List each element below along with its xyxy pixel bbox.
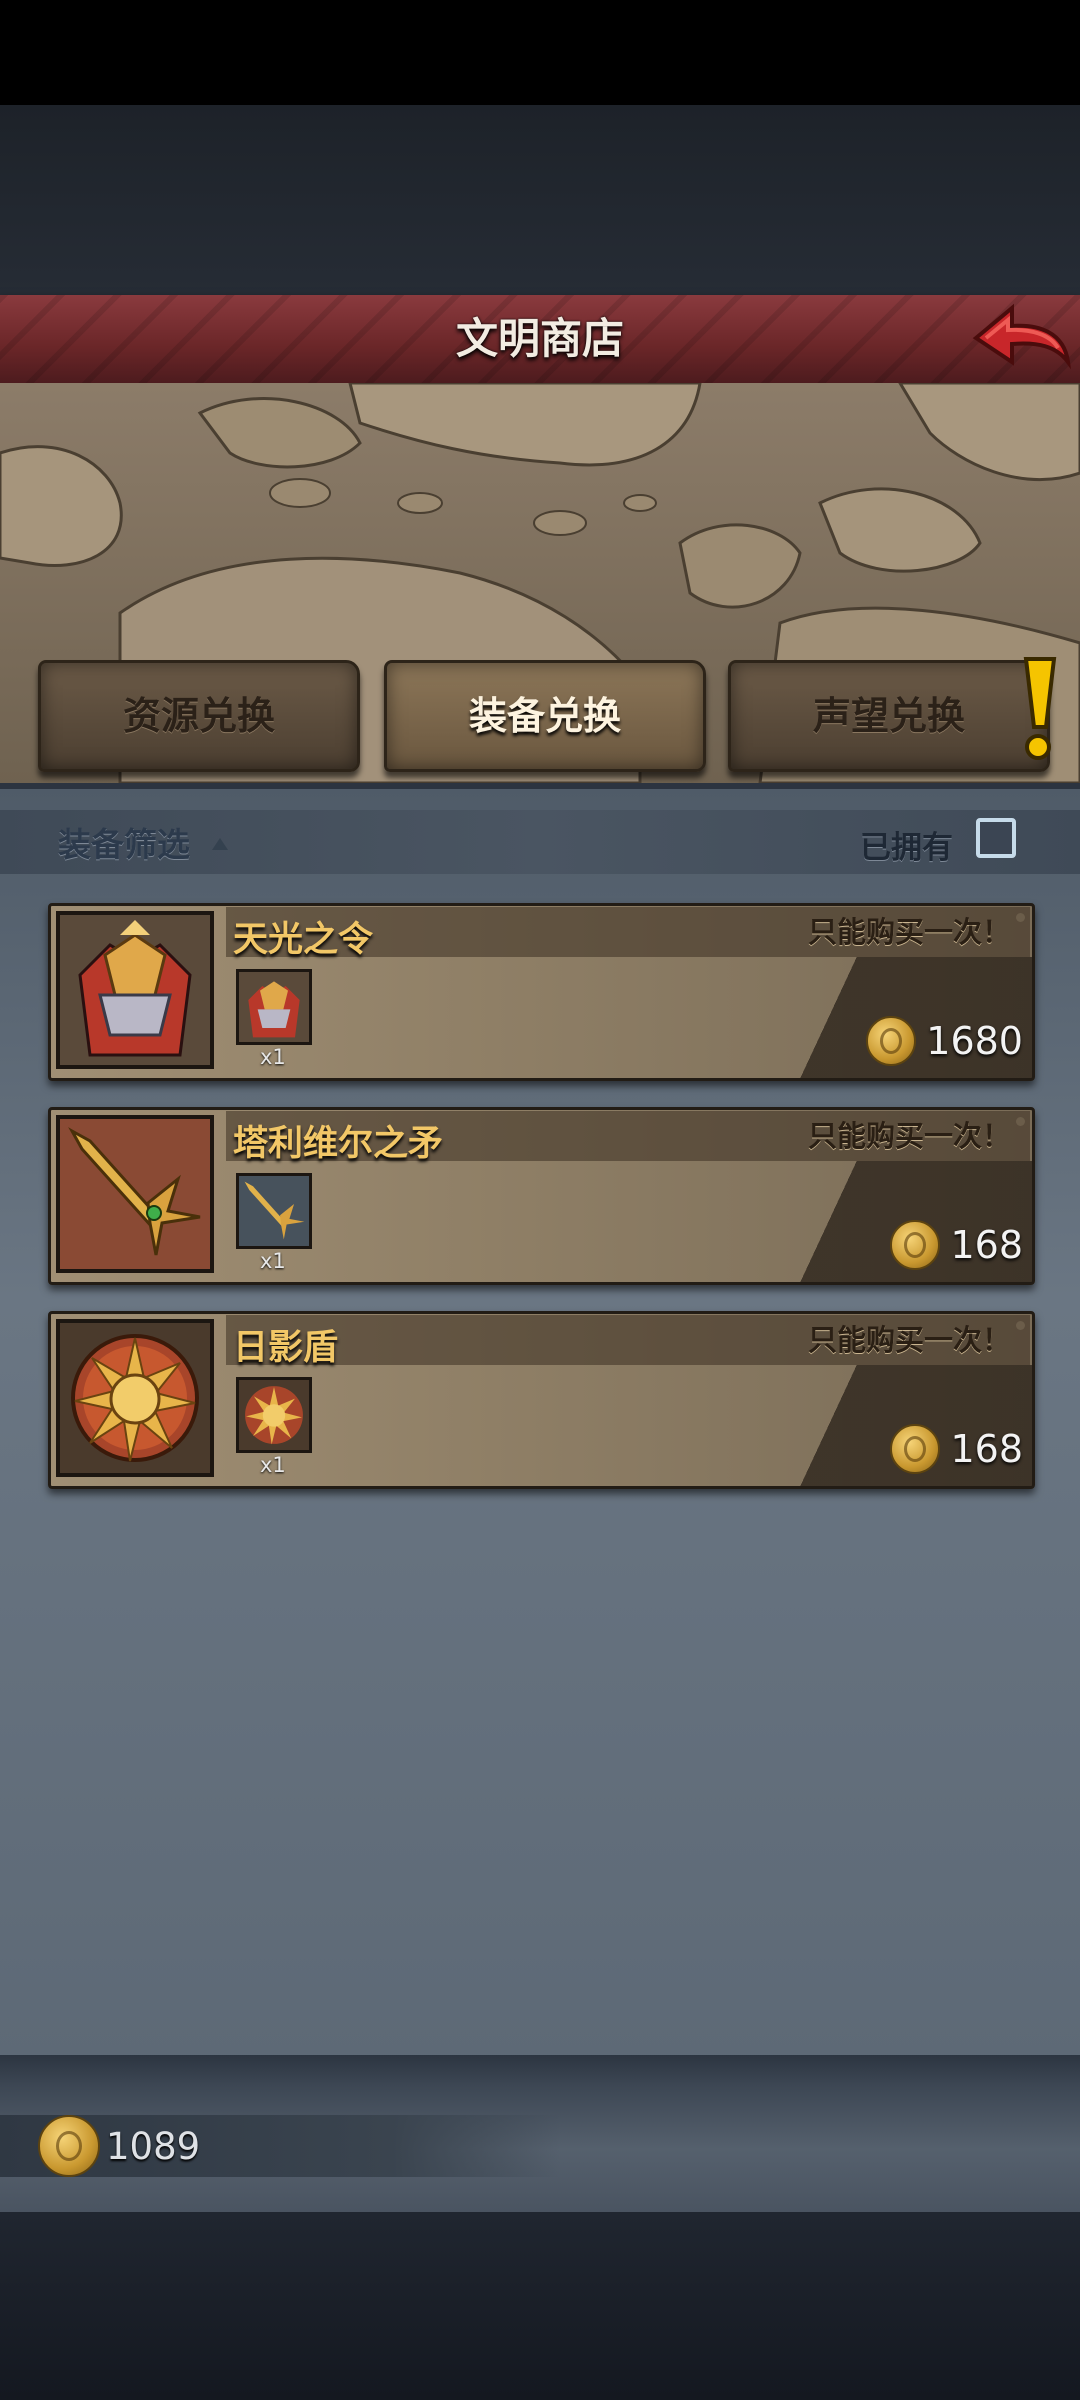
status-bar-area [0, 0, 1080, 105]
owned-filter-label: 已拥有 [860, 830, 953, 866]
back-arrow-icon[interactable] [968, 300, 1074, 380]
currency-balance: 1089 [38, 2115, 200, 2177]
tab-label: 资源兑换 [122, 694, 275, 738]
item-name: 日影盾 [233, 1328, 339, 1368]
header-bar: 文明商店 [0, 295, 1080, 387]
reward-quantity: x1 [260, 1045, 286, 1069]
price-value: 1680 [926, 1019, 1023, 1063]
shop-item-row[interactable]: 天光之令 只能购买一次！ x1 1680 [48, 903, 1035, 1081]
coin-icon [890, 1220, 941, 1270]
armor-icon [60, 915, 210, 1065]
coin-icon [890, 1424, 941, 1474]
sun-shield-icon [239, 1380, 309, 1450]
reward-quantity: x1 [260, 1453, 286, 1477]
exclamation-alert-icon [1023, 657, 1057, 760]
reward-thumbnail[interactable] [236, 969, 312, 1045]
armor-icon [239, 972, 309, 1042]
purchase-limit-text: 只能购买一次！ [807, 915, 1011, 949]
shop-item-row[interactable]: 日影盾 只能购买一次！ x1 168 [48, 1311, 1035, 1489]
spear-icon [60, 1119, 210, 1269]
row-corner-dot [1016, 1321, 1025, 1330]
bottom-backdrop [0, 2212, 1080, 2400]
reward-quantity: x1 [260, 1249, 286, 1273]
tab-label: 装备兑换 [468, 694, 621, 738]
spear-icon [239, 1176, 309, 1246]
item-name: 天光之令 [233, 920, 374, 960]
top-backdrop [0, 105, 1080, 295]
row-corner-dot [1016, 913, 1025, 922]
item-portrait[interactable] [56, 911, 214, 1069]
purchase-limit-text: 只能购买一次！ [807, 1323, 1011, 1357]
item-portrait[interactable] [56, 1115, 214, 1273]
balance-value: 1089 [106, 2124, 201, 2168]
owned-checkbox[interactable] [976, 818, 1016, 858]
row-corner-dot [1016, 1117, 1025, 1126]
coin-icon [38, 2115, 100, 2177]
reward-thumbnail[interactable] [236, 1377, 312, 1453]
item-name: 塔利维尔之矛 [233, 1124, 444, 1164]
tab-reputation-exchange[interactable]: 声望兑换 [728, 660, 1050, 772]
tab-label: 声望兑换 [812, 694, 965, 738]
coin-icon [866, 1016, 917, 1066]
page-title: 文明商店 [455, 314, 624, 363]
price-tag: 168 [890, 1421, 1023, 1477]
equipment-filter-button[interactable]: 装备筛选 [58, 818, 190, 866]
shop-item-row[interactable]: 塔利维尔之矛 只能购买一次！ x1 168 [48, 1107, 1035, 1285]
tab-resource-exchange[interactable]: 资源兑换 [38, 660, 360, 772]
price-tag: 1680 [866, 1013, 1023, 1069]
tab-equipment-exchange[interactable]: 装备兑换 [384, 660, 706, 772]
purchase-limit-text: 只能购买一次！ [807, 1119, 1011, 1153]
price-value: 168 [950, 1223, 1023, 1267]
sun-shield-icon [60, 1323, 210, 1473]
price-tag: 168 [890, 1217, 1023, 1273]
item-portrait[interactable] [56, 1319, 214, 1477]
price-value: 168 [950, 1427, 1023, 1471]
filter-arrow-icon[interactable] [212, 838, 228, 850]
reward-thumbnail[interactable] [236, 1173, 312, 1249]
